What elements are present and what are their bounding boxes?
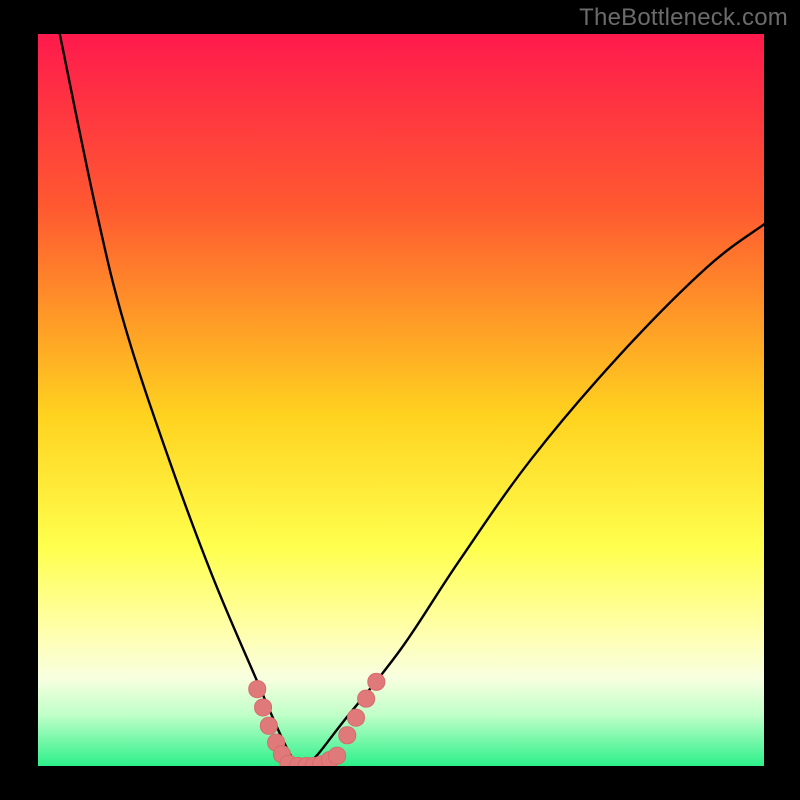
chart-frame: TheBottleneck.com: [0, 0, 800, 800]
data-point: [358, 690, 375, 707]
chart-svg: [0, 0, 800, 800]
data-point: [347, 709, 364, 726]
plot-area: [38, 34, 764, 766]
watermark-text: TheBottleneck.com: [579, 4, 788, 32]
data-point: [249, 681, 266, 698]
data-point: [329, 747, 346, 764]
data-point: [255, 699, 272, 716]
data-point: [339, 727, 356, 744]
data-point: [368, 673, 385, 690]
data-point: [260, 717, 277, 734]
